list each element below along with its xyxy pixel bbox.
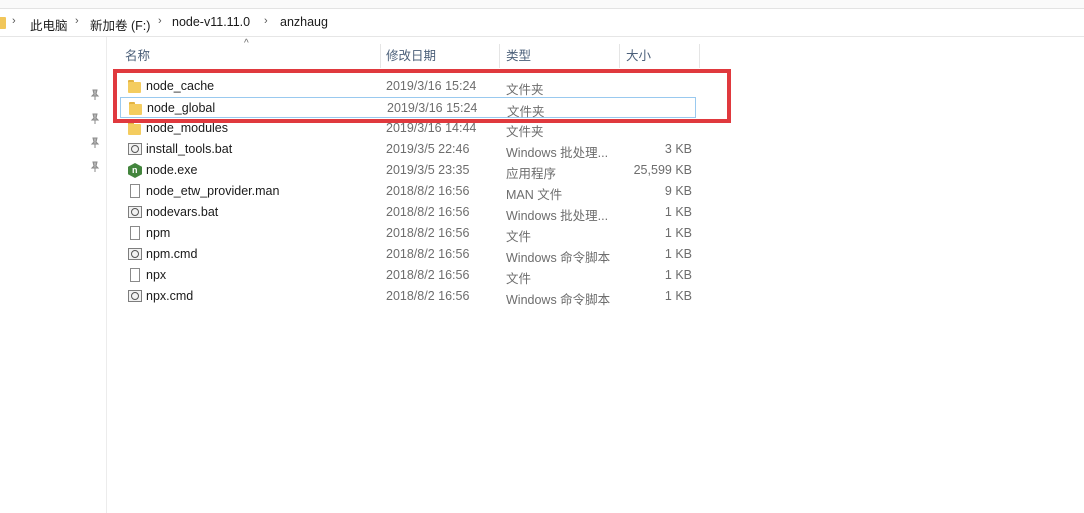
file-date: 2019/3/5 22:46 xyxy=(386,142,470,156)
file-icon xyxy=(127,226,143,241)
chevron-right-icon[interactable]: › xyxy=(12,15,16,27)
chevron-right-icon[interactable]: › xyxy=(75,15,79,27)
file-row[interactable]: node_etw_provider.man 2018/8/2 16:56 MAN 文… xyxy=(120,181,696,202)
file-row[interactable]: node_modules 2019/3/16 14:44 文件夹 xyxy=(120,118,696,139)
file-size: 3 KB xyxy=(664,142,692,156)
file-date: 2018/8/2 16:56 xyxy=(386,184,470,198)
breadcrumb-drive[interactable]: 新加卷 (F:) xyxy=(90,15,150,34)
file-type: 应用程序 xyxy=(506,167,557,181)
file-type: Windows 批处理... xyxy=(506,146,609,160)
file-row[interactable]: node_global 2019/3/16 15:24 文件夹 xyxy=(120,97,696,119)
navigation-pane[interactable] xyxy=(0,37,107,513)
pin-icon[interactable] xyxy=(90,113,100,125)
pin-icon[interactable] xyxy=(90,89,100,101)
pin-icon[interactable] xyxy=(90,137,100,149)
file-name: node_global xyxy=(147,101,216,115)
folder-icon xyxy=(127,121,143,136)
sort-ascending-icon: ^ xyxy=(244,38,249,49)
file-name: npx xyxy=(146,268,167,282)
folder-icon xyxy=(0,17,6,29)
file-name: npm.cmd xyxy=(146,247,198,261)
column-divider[interactable] xyxy=(499,44,500,68)
file-date: 2018/8/2 16:56 xyxy=(386,289,470,303)
file-date: 2019/3/16 15:24 xyxy=(387,101,478,115)
file-name: install_tools.bat xyxy=(146,142,233,156)
folder-icon xyxy=(128,101,144,116)
breadcrumb-this-pc[interactable]: 此电脑 xyxy=(30,15,68,34)
column-header-name[interactable]: 名称 xyxy=(125,44,150,68)
batch-file-icon xyxy=(127,289,143,304)
pin-icon[interactable] xyxy=(90,161,100,173)
batch-file-icon xyxy=(127,247,143,262)
file-date: 2019/3/5 23:35 xyxy=(386,163,470,177)
column-divider[interactable] xyxy=(699,44,700,68)
file-size: 1 KB xyxy=(664,226,692,240)
file-type: 文件 xyxy=(506,230,532,244)
address-bar[interactable]: › 此电脑 › 新加卷 (F:) › node-v11.11.0 › anzha… xyxy=(0,9,1084,37)
file-row[interactable]: npm 2018/8/2 16:56 文件 1 KB xyxy=(120,223,696,244)
file-date: 2019/3/16 14:44 xyxy=(386,121,477,135)
column-header-size[interactable]: 大小 xyxy=(626,44,651,68)
batch-file-icon xyxy=(127,205,143,220)
file-name: node_modules xyxy=(146,121,229,135)
file-date: 2018/8/2 16:56 xyxy=(386,205,470,219)
file-date: 2018/8/2 16:56 xyxy=(386,268,470,282)
file-type: 文件夹 xyxy=(506,125,544,139)
file-size: 1 KB xyxy=(664,247,692,261)
batch-file-icon xyxy=(127,142,143,157)
window-top-edge xyxy=(0,0,1084,9)
file-size: 1 KB xyxy=(664,268,692,282)
chevron-right-icon[interactable]: › xyxy=(264,15,268,27)
file-size: 25,599 KB xyxy=(633,163,692,177)
breadcrumb-current-folder[interactable]: anzhaug xyxy=(280,15,328,29)
file-row[interactable]: install_tools.bat 2019/3/5 22:46 Windows 批… xyxy=(120,139,696,160)
file-row[interactable]: npx 2018/8/2 16:56 文件 1 KB xyxy=(120,265,696,286)
file-type: MAN 文件 xyxy=(506,188,563,202)
file-name: nodevars.bat xyxy=(146,205,219,219)
column-divider[interactable] xyxy=(619,44,620,68)
file-size: 9 KB xyxy=(664,184,692,198)
file-row[interactable]: npm.cmd 2018/8/2 16:56 Windows 命令脚本 1 KB xyxy=(120,244,696,265)
folder-icon xyxy=(127,79,143,94)
file-row[interactable]: node_cache 2019/3/16 15:24 文件夹 xyxy=(120,76,696,97)
file-date: 2018/8/2 16:56 xyxy=(386,226,470,240)
column-header-date[interactable]: 修改日期 xyxy=(386,44,436,68)
file-type: Windows 批处理... xyxy=(506,209,609,223)
file-icon xyxy=(127,184,143,199)
column-divider[interactable] xyxy=(380,44,381,68)
breadcrumb-node-folder[interactable]: node-v11.11.0 xyxy=(172,15,250,29)
file-type: Windows 命令脚本 xyxy=(506,251,611,265)
file-icon xyxy=(127,268,143,283)
file-date: 2018/8/2 16:56 xyxy=(386,247,470,261)
nodejs-icon: n xyxy=(127,163,143,178)
file-type: 文件 xyxy=(506,272,532,286)
file-row[interactable]: nodevars.bat 2018/8/2 16:56 Windows 批处理...… xyxy=(120,202,696,223)
file-name: node_etw_provider.man xyxy=(146,184,280,198)
file-date: 2019/3/16 15:24 xyxy=(386,79,477,93)
file-type: Windows 命令脚本 xyxy=(506,293,611,307)
file-name: npx.cmd xyxy=(146,289,194,303)
chevron-right-icon[interactable]: › xyxy=(158,15,162,27)
file-row[interactable]: npx.cmd 2018/8/2 16:56 Windows 命令脚本 1 KB xyxy=(120,286,696,307)
file-name: npm xyxy=(146,226,171,240)
file-size: 1 KB xyxy=(664,289,692,303)
column-header-type[interactable]: 类型 xyxy=(506,44,531,68)
file-type: 文件夹 xyxy=(506,83,544,97)
file-name: node_cache xyxy=(146,79,215,93)
file-size: 1 KB xyxy=(664,205,692,219)
file-name: node.exe xyxy=(146,163,198,177)
file-row[interactable]: n node.exe 2019/3/5 23:35 应用程序 25,599 KB xyxy=(120,160,696,181)
